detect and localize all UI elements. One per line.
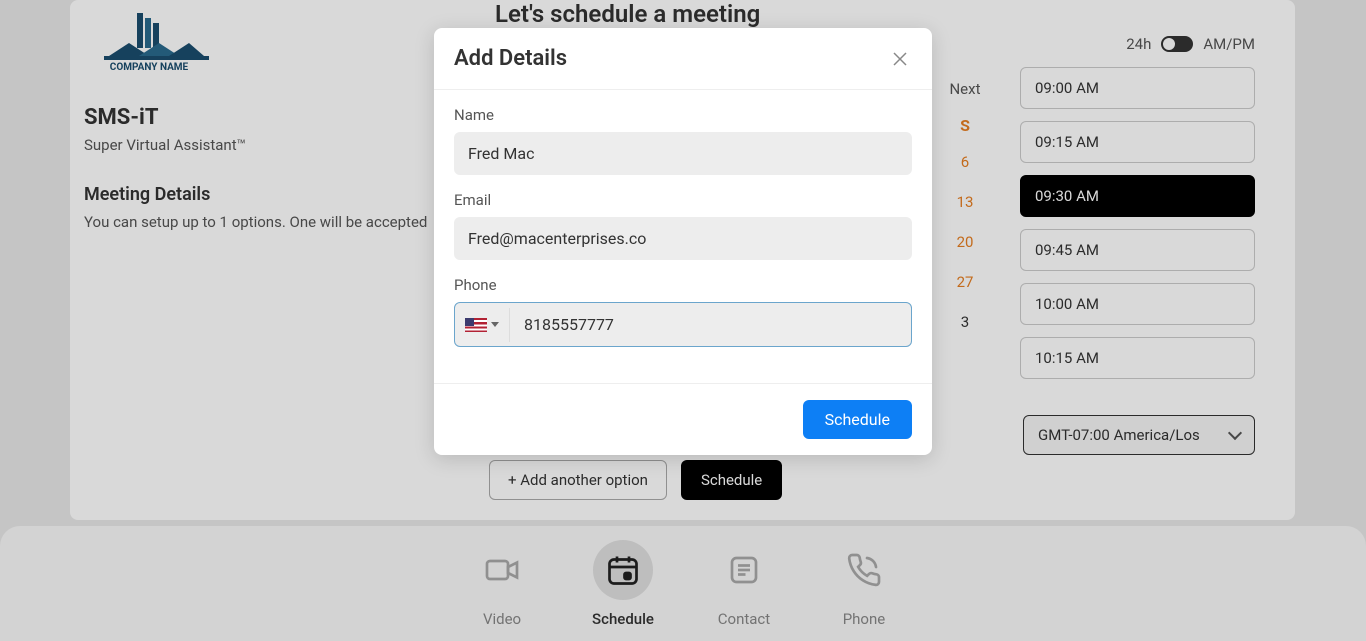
modal-footer: Schedule [434, 383, 932, 455]
phone-input[interactable] [510, 303, 911, 346]
phone-label: Phone [454, 276, 912, 294]
close-icon[interactable] [888, 47, 912, 71]
email-label: Email [454, 191, 912, 209]
caret-down-icon [491, 322, 499, 327]
schedule-submit-button[interactable]: Schedule [803, 400, 912, 439]
name-input[interactable] [454, 132, 912, 175]
country-code-select[interactable] [455, 308, 510, 342]
flag-us-icon [465, 318, 487, 332]
modal-title: Add Details [454, 46, 567, 71]
phone-input-wrapper [454, 302, 912, 347]
name-label: Name [454, 106, 912, 124]
add-details-modal: Add Details Name Email Phone Schedule [434, 28, 932, 455]
email-input[interactable] [454, 217, 912, 260]
modal-header: Add Details [434, 28, 932, 90]
modal-body: Name Email Phone [434, 90, 932, 383]
